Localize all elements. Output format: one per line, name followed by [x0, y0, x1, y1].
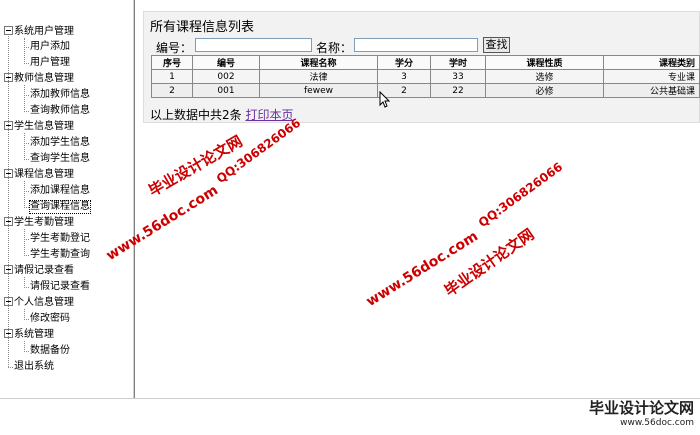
record-count: 以上数据中共2条 — [150, 108, 242, 122]
brand-logo: 毕业设计论文网 www.56doc.com — [589, 397, 694, 428]
column-header: 学时 — [430, 55, 486, 70]
tree-item-logout[interactable]: 退出系统 — [14, 361, 54, 373]
code-input[interactable] — [195, 38, 312, 52]
watermark-qq: QQ:306826066 — [475, 159, 566, 230]
table-cell: fewew — [259, 83, 378, 98]
page-title: 所有课程信息列表 — [150, 20, 255, 35]
table-cell: 33 — [430, 69, 486, 84]
mouse-pointer-icon — [379, 90, 391, 111]
tree-item-query-course[interactable]: 查询课程信息 — [29, 200, 91, 214]
frame-splitter[interactable] — [132, 0, 135, 398]
tree-group-teacher-info[interactable]: 教师信息管理 — [4, 72, 74, 85]
table-row: 2 001 fewew 2 22 必修 公共基础课 — [151, 83, 700, 98]
sidebar-tree: 系统用户管理 用户添加 用户管理 教师信息管理 添加教师信息 查询教师信息 学生… — [0, 0, 132, 398]
column-header: 课程名称 — [259, 55, 378, 70]
table-cell: 2 — [151, 83, 193, 98]
code-label: 编号： — [156, 41, 193, 55]
tree-item-add-student[interactable]: 添加学生信息 — [30, 137, 90, 149]
table-cell: 22 — [430, 83, 486, 98]
tree-connector — [24, 319, 29, 320]
tree-item-query-teacher[interactable]: 查询教师信息 — [30, 105, 90, 117]
tree-connector — [24, 191, 29, 192]
tree-connector — [24, 111, 29, 112]
tree-connector — [24, 159, 29, 160]
tree-connector — [24, 239, 29, 240]
tree-group-personal[interactable]: 个人信息管理 — [4, 296, 74, 309]
tree-group-leave[interactable]: 请假记录查看 — [4, 264, 74, 277]
table-cell: 必修 — [485, 83, 604, 98]
column-header: 学分 — [377, 55, 431, 70]
table-cell: 专业课 — [603, 69, 700, 84]
tree-item-leave-view[interactable]: 请假记录查看 — [30, 281, 90, 293]
tree-item-add-teacher[interactable]: 添加教师信息 — [30, 89, 90, 101]
tree-connector — [24, 63, 29, 64]
table-row: 1 002 法律 3 33 选修 专业课 — [151, 69, 700, 84]
tree-connector — [8, 36, 9, 367]
search-button[interactable]: 查找 — [483, 37, 510, 53]
collapse-icon[interactable] — [4, 25, 13, 35]
tree-item-manage-user[interactable]: 用户管理 — [30, 57, 70, 69]
column-header: 课程类别 — [603, 55, 700, 70]
table-cell: 法律 — [259, 69, 378, 84]
table-cell: 1 — [151, 69, 193, 84]
tree-item-attendance-register[interactable]: 学生考勤登记 — [30, 233, 90, 245]
column-header: 编号 — [192, 55, 260, 70]
tree-connector — [24, 207, 29, 208]
tree-connector — [24, 255, 29, 256]
tree-connector — [24, 229, 25, 256]
tree-item-add-course[interactable]: 添加课程信息 — [30, 185, 90, 197]
brand-url: www.56doc.com — [620, 418, 694, 428]
table-cell: 选修 — [485, 69, 604, 84]
tree-connector — [24, 47, 29, 48]
tree-group-attendance[interactable]: 学生考勤管理 — [4, 216, 74, 229]
brand-name: 毕业设计论文网 — [588, 399, 694, 417]
table-cell: 3 — [377, 69, 431, 84]
tree-item-query-student[interactable]: 查询学生信息 — [30, 153, 90, 165]
tree-connector — [8, 367, 13, 368]
table-footer: 以上数据中共2条 打印本页 — [150, 106, 293, 123]
tree-group-course-info[interactable]: 课程信息管理 — [4, 168, 74, 181]
tree-connector — [24, 143, 29, 144]
table-cell: 001 — [192, 83, 260, 98]
column-header: 课程性质 — [485, 55, 604, 70]
tree-group-system-users[interactable]: 系统用户管理 — [4, 25, 74, 38]
tree-connector — [24, 95, 29, 96]
tree-item-change-password[interactable]: 修改密码 — [30, 313, 70, 325]
tree-connector — [24, 85, 25, 112]
tree-item-add-user[interactable]: 用户添加 — [30, 41, 70, 53]
name-label: 名称： — [316, 41, 353, 55]
tree-connector — [24, 38, 25, 64]
print-link[interactable]: 打印本页 — [245, 108, 293, 122]
tree-item-attendance-query[interactable]: 学生考勤查询 — [30, 249, 90, 261]
tree-connector — [24, 287, 29, 288]
tree-group-student-info[interactable]: 学生信息管理 — [4, 120, 74, 133]
tree-group-system[interactable]: 系统管理 — [4, 328, 54, 341]
tree-connector — [24, 181, 25, 208]
table-cell: 002 — [192, 69, 260, 84]
table-header-row: 序号 编号 课程名称 学分 学时 课程性质 课程类别 — [151, 55, 700, 70]
name-input[interactable] — [354, 38, 478, 52]
column-header: 序号 — [151, 55, 193, 70]
tree-connector — [24, 133, 25, 160]
tree-connector — [24, 351, 29, 352]
watermark-site-name: 毕业设计论文网 — [441, 225, 538, 301]
course-table: 序号 编号 课程名称 学分 学时 课程性质 课程类别 1 002 法律 3 33… — [151, 55, 700, 98]
tree-item-backup[interactable]: 数据备份 — [30, 345, 70, 357]
table-cell: 公共基础课 — [603, 83, 700, 98]
